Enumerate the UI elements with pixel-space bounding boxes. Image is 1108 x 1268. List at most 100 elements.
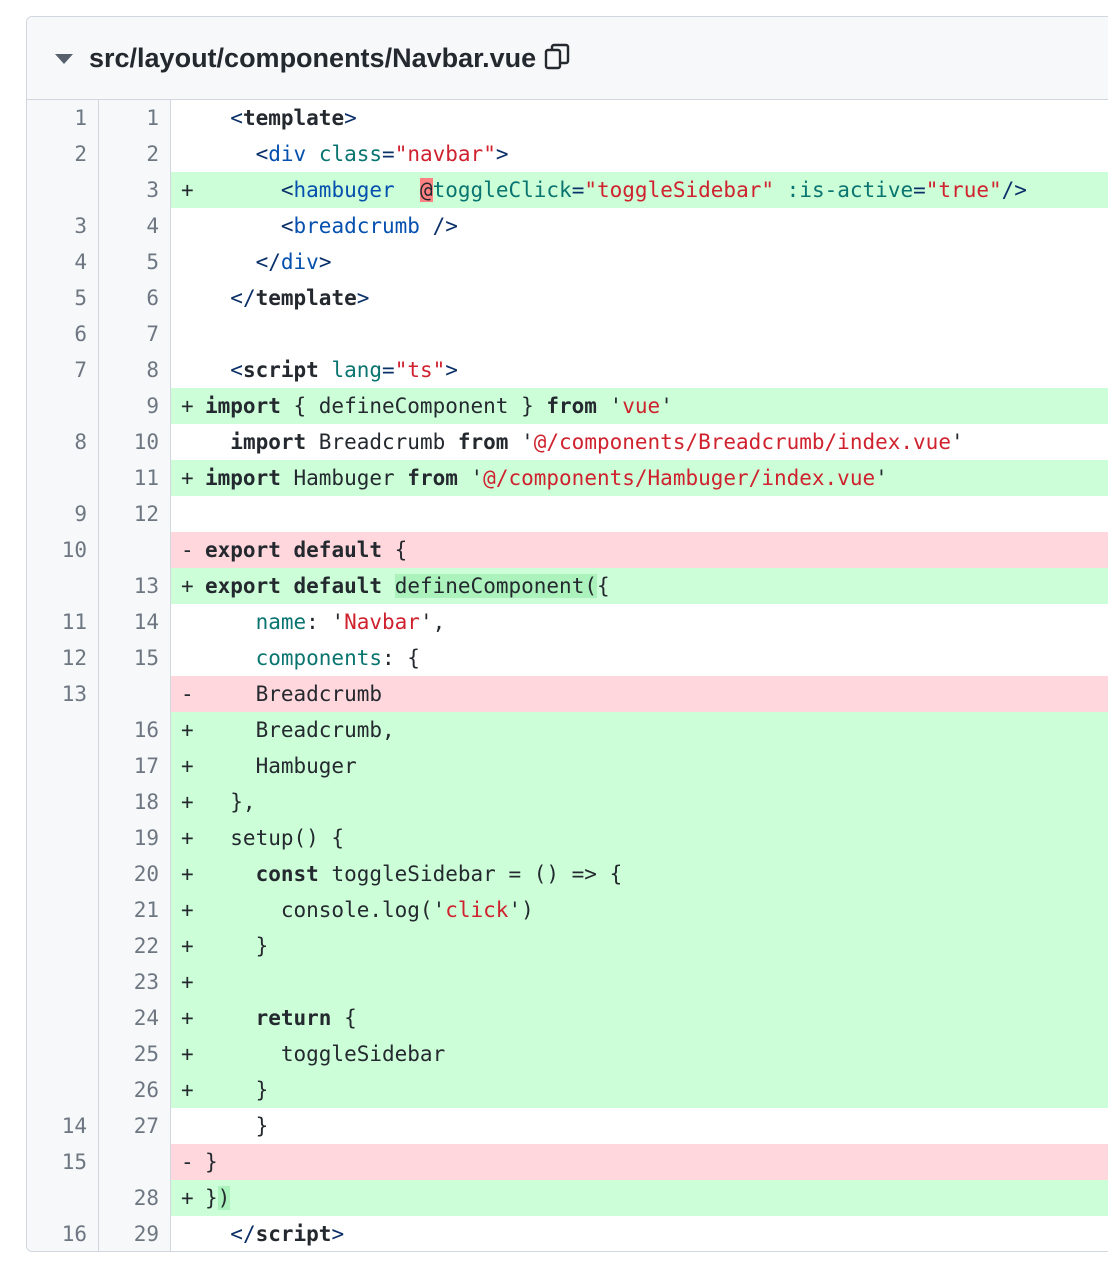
old-line-number[interactable] xyxy=(27,1072,99,1108)
code-token: div xyxy=(280,250,319,274)
code-token: "navbar" xyxy=(394,142,496,166)
diff-line: 78 <script lang="ts"> xyxy=(27,352,1108,388)
new-line-number[interactable]: 16 xyxy=(99,712,171,748)
new-line-number[interactable]: 28 xyxy=(99,1180,171,1216)
old-line-number[interactable]: 5 xyxy=(27,280,99,316)
code-line: + import { defineComponent } from 'vue' xyxy=(171,388,1108,424)
old-line-number[interactable]: 1 xyxy=(27,100,99,136)
code-line: components: { xyxy=(171,640,1108,676)
old-line-number[interactable] xyxy=(27,1180,99,1216)
code-line: - export default { xyxy=(171,532,1108,568)
new-line-number[interactable]: 12 xyxy=(99,496,171,532)
old-line-number[interactable] xyxy=(27,748,99,784)
new-line-number[interactable]: 7 xyxy=(99,316,171,352)
old-line-number[interactable] xyxy=(27,1036,99,1072)
code-token: export xyxy=(205,574,281,598)
new-line-number[interactable] xyxy=(99,532,171,568)
old-line-number[interactable] xyxy=(27,964,99,1000)
old-line-number[interactable] xyxy=(27,856,99,892)
old-line-number[interactable] xyxy=(27,712,99,748)
old-line-number[interactable] xyxy=(27,460,99,496)
old-line-number[interactable] xyxy=(27,388,99,424)
old-line-number[interactable]: 13 xyxy=(27,676,99,712)
code-token: import xyxy=(205,394,281,418)
old-line-number[interactable]: 4 xyxy=(27,244,99,280)
new-line-number[interactable]: 15 xyxy=(99,640,171,676)
old-line-number[interactable]: 8 xyxy=(27,424,99,460)
old-line-number[interactable] xyxy=(27,1000,99,1036)
new-line-number[interactable]: 8 xyxy=(99,352,171,388)
new-line-number[interactable]: 21 xyxy=(99,892,171,928)
triangle-down-icon[interactable] xyxy=(55,54,73,64)
diff-marker: + xyxy=(181,718,194,742)
diff-marker xyxy=(181,244,205,280)
diff-line: 18 + }, xyxy=(27,784,1108,820)
old-line-number[interactable] xyxy=(27,172,99,208)
new-line-number[interactable] xyxy=(99,1144,171,1180)
old-line-number[interactable] xyxy=(27,784,99,820)
code-line: - Breadcrumb xyxy=(171,676,1108,712)
code-line: + toggleSidebar xyxy=(171,1036,1108,1072)
new-line-number[interactable]: 1 xyxy=(99,100,171,136)
copy-icon[interactable] xyxy=(544,42,572,74)
old-line-number[interactable]: 9 xyxy=(27,496,99,532)
new-line-number[interactable]: 25 xyxy=(99,1036,171,1072)
new-line-number[interactable]: 22 xyxy=(99,928,171,964)
old-line-number[interactable] xyxy=(27,892,99,928)
diff-marker: + xyxy=(181,862,194,886)
code-token: toggleClick xyxy=(432,178,572,202)
old-line-number[interactable]: 15 xyxy=(27,1144,99,1180)
code-token: @/components/Hambuger/index.vue xyxy=(483,466,876,490)
new-line-number[interactable]: 14 xyxy=(99,604,171,640)
code-token: } xyxy=(205,1078,269,1102)
new-line-number[interactable]: 20 xyxy=(99,856,171,892)
new-line-number[interactable] xyxy=(99,676,171,712)
old-line-number[interactable]: 7 xyxy=(27,352,99,388)
old-line-number[interactable]: 11 xyxy=(27,604,99,640)
old-line-number[interactable]: 16 xyxy=(27,1216,99,1251)
new-line-number[interactable]: 24 xyxy=(99,1000,171,1036)
old-line-number[interactable]: 12 xyxy=(27,640,99,676)
code-line: + import Hambuger from '@/components/Hamb… xyxy=(171,460,1108,496)
code-token: ' xyxy=(660,394,673,418)
new-line-number[interactable]: 19 xyxy=(99,820,171,856)
new-line-number[interactable]: 29 xyxy=(99,1216,171,1251)
new-line-number[interactable]: 2 xyxy=(99,136,171,172)
new-line-number[interactable]: 23 xyxy=(99,964,171,1000)
diff-line: 13 + export default defineComponent({ xyxy=(27,568,1108,604)
new-line-number[interactable]: 5 xyxy=(99,244,171,280)
diff-line: 22 + } xyxy=(27,928,1108,964)
new-line-number[interactable]: 4 xyxy=(99,208,171,244)
new-line-number[interactable]: 13 xyxy=(99,568,171,604)
new-line-number[interactable]: 10 xyxy=(99,424,171,460)
code-token: < xyxy=(230,358,243,382)
diff-line: 20 + const toggleSidebar = () => { xyxy=(27,856,1108,892)
new-line-number[interactable]: 6 xyxy=(99,280,171,316)
old-line-number[interactable]: 3 xyxy=(27,208,99,244)
old-line-number[interactable] xyxy=(27,568,99,604)
new-line-number[interactable]: 3 xyxy=(99,172,171,208)
new-line-number[interactable]: 26 xyxy=(99,1072,171,1108)
old-line-number[interactable]: 2 xyxy=(27,136,99,172)
old-line-number[interactable]: 10 xyxy=(27,532,99,568)
diff-marker xyxy=(181,208,205,244)
old-line-number[interactable] xyxy=(27,928,99,964)
diff-marker xyxy=(181,100,205,136)
old-line-number[interactable]: 6 xyxy=(27,316,99,352)
new-line-number[interactable]: 27 xyxy=(99,1108,171,1144)
code-token: < xyxy=(255,142,269,166)
diff-marker: + xyxy=(181,178,194,202)
old-line-number[interactable] xyxy=(27,820,99,856)
new-line-number[interactable]: 11 xyxy=(99,460,171,496)
new-line-number[interactable]: 18 xyxy=(99,784,171,820)
code-line: <breadcrumb /> xyxy=(171,208,1108,244)
new-line-number[interactable]: 9 xyxy=(99,388,171,424)
code-token: "true" xyxy=(925,178,1002,202)
new-line-number[interactable]: 17 xyxy=(99,748,171,784)
file-path[interactable]: src/layout/components/Navbar.vue xyxy=(89,43,536,74)
old-line-number[interactable]: 14 xyxy=(27,1108,99,1144)
